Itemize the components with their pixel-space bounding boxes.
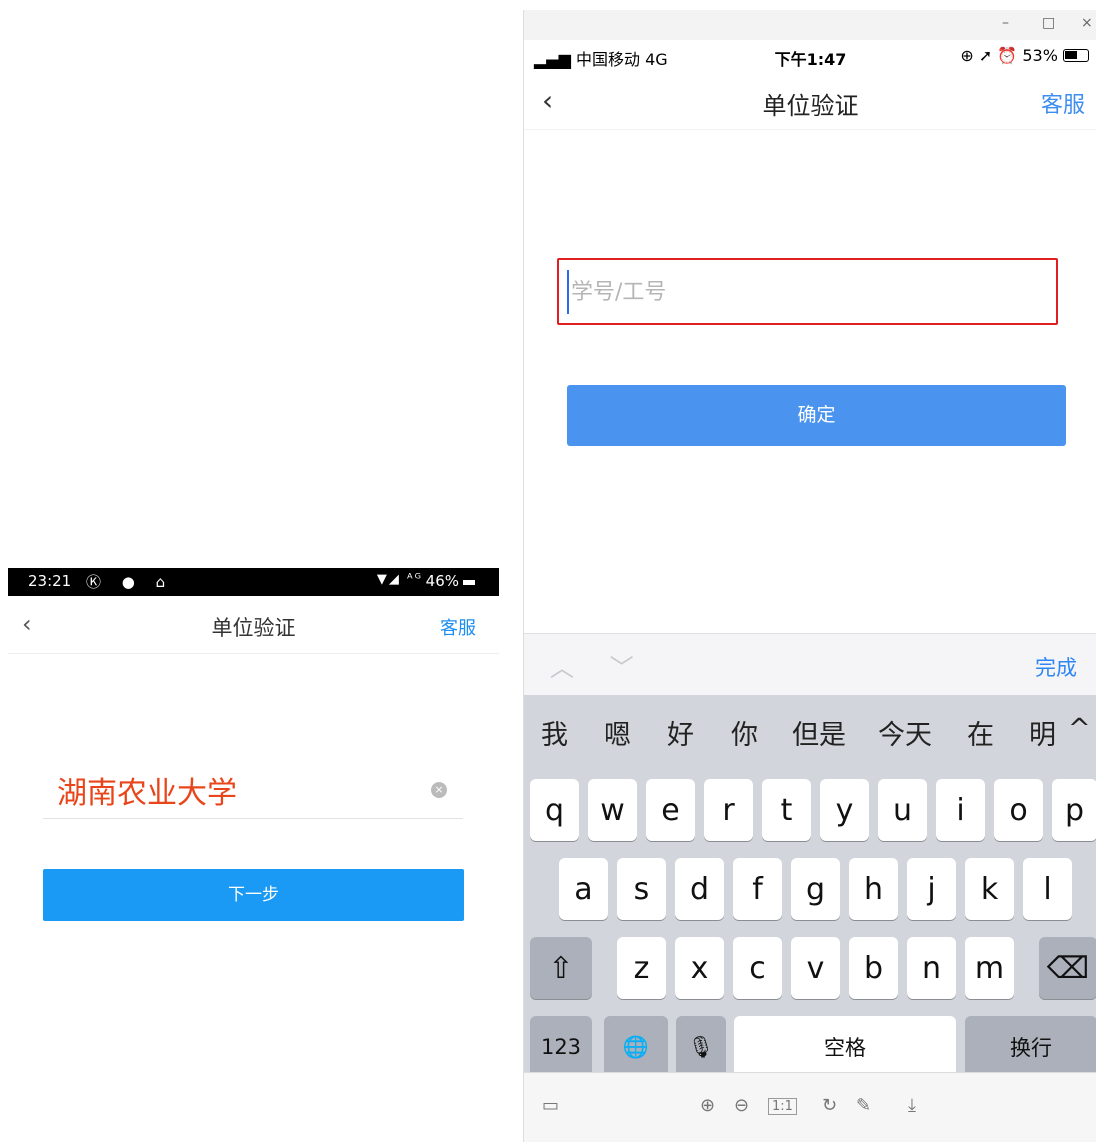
- viewer-toolbar: ▭ ⊕ ⊖ 1:1 ↻ ✎ ⤓: [524, 1072, 1096, 1142]
- key[interactable]: i: [936, 779, 985, 841]
- key[interactable]: b: [849, 937, 898, 999]
- microphone-icon[interactable]: 🎙: [676, 1016, 726, 1078]
- candidate-item[interactable]: 在: [967, 713, 994, 752]
- key[interactable]: d: [675, 858, 724, 920]
- page-title: 单位验证: [211, 616, 296, 640]
- key[interactable]: o: [994, 779, 1043, 841]
- key[interactable]: g: [791, 858, 840, 920]
- page-title: 单位验证: [762, 92, 859, 120]
- key[interactable]: t: [762, 779, 811, 841]
- rotate-icon[interactable]: ↻: [822, 1095, 837, 1116]
- prev-next-arrows-icon[interactable]: ︿ ﹀: [550, 648, 648, 683]
- key[interactable]: y: [820, 779, 869, 841]
- key[interactable]: m: [965, 937, 1014, 999]
- edit-icon[interactable]: ✎: [856, 1095, 871, 1116]
- key[interactable]: h: [849, 858, 898, 920]
- space-key[interactable]: 空格: [734, 1016, 956, 1078]
- close-icon[interactable]: ×: [1081, 15, 1093, 31]
- key[interactable]: x: [675, 937, 724, 999]
- candidate-bar: 我 嗯 好 你 但是 今天 在 明 ^: [524, 695, 1096, 765]
- thumbnail-icon[interactable]: ▭: [542, 1095, 559, 1116]
- candidate-item[interactable]: 嗯: [604, 713, 631, 752]
- return-key[interactable]: 换行: [965, 1016, 1096, 1078]
- key[interactable]: n: [907, 937, 956, 999]
- key[interactable]: a: [559, 858, 608, 920]
- confirm-button[interactable]: 确定: [567, 385, 1066, 446]
- candidate-item[interactable]: 好: [667, 713, 694, 752]
- nav-bar: ‹ 单位验证 客服: [8, 596, 499, 654]
- delete-key[interactable]: ⌫: [1039, 937, 1096, 999]
- keyboard: 我 嗯 好 你 但是 今天 在 明 ^ q w e r t y u i o p …: [524, 695, 1096, 1078]
- key[interactable]: k: [965, 858, 1014, 920]
- window-titlebar: – □ ×: [524, 10, 1096, 40]
- candidate-item[interactable]: 我: [541, 713, 568, 752]
- candidate-item[interactable]: 你: [731, 713, 758, 752]
- zoom-out-icon[interactable]: ⊖: [734, 1095, 749, 1116]
- battery-indicator: 46%: [426, 572, 475, 590]
- minimize-icon[interactable]: –: [1002, 15, 1009, 31]
- shift-key[interactable]: ⇧: [530, 937, 592, 999]
- numbers-key[interactable]: 123: [530, 1016, 592, 1078]
- key[interactable]: s: [617, 858, 666, 920]
- signal-icons: ▼◢ ᴬᴳ: [376, 572, 423, 587]
- key[interactable]: u: [878, 779, 927, 841]
- ios-status-bar: ▂▄▆ 中国移动 4G 下午1:47 ⊕ ➚ ⏰ 53%: [524, 42, 1096, 70]
- next-step-button[interactable]: 下一步: [43, 869, 464, 921]
- actual-size-icon[interactable]: 1:1: [768, 1098, 797, 1115]
- key[interactable]: l: [1023, 858, 1072, 920]
- status-time: 23:21: [28, 572, 72, 590]
- candidate-item[interactable]: 今天: [878, 713, 932, 752]
- left-phone-screen: 23:21 Ⓚ ● ⌂ ▼◢ ᴬᴳ 46% ‹ 单位验证 客服 湖南农业大学 ×…: [8, 568, 499, 1142]
- notification-icons: Ⓚ ● ⌂: [86, 573, 174, 591]
- done-button[interactable]: 完成: [1035, 652, 1077, 682]
- right-phone-window: – □ × ▂▄▆ 中国移动 4G 下午1:47 ⊕ ➚ ⏰ 53% ‹ 单位验…: [523, 10, 1096, 1142]
- key[interactable]: q: [530, 779, 579, 841]
- clear-icon[interactable]: ×: [431, 782, 447, 798]
- candidate-item[interactable]: 但是: [792, 713, 846, 752]
- organization-value[interactable]: 湖南农业大学: [57, 768, 237, 812]
- organization-field[interactable]: 湖南农业大学 ×: [43, 764, 463, 819]
- key[interactable]: j: [907, 858, 956, 920]
- student-id-input[interactable]: [567, 270, 1037, 314]
- globe-icon[interactable]: 🌐: [604, 1016, 668, 1078]
- key[interactable]: z: [617, 937, 666, 999]
- customer-service-link[interactable]: 客服: [1041, 87, 1085, 119]
- key[interactable]: f: [733, 858, 782, 920]
- customer-service-link[interactable]: 客服: [440, 614, 476, 640]
- android-status-bar: 23:21 Ⓚ ● ⌂ ▼◢ ᴬᴳ 46%: [8, 568, 499, 596]
- key[interactable]: w: [588, 779, 637, 841]
- id-field-highlight: [557, 258, 1058, 325]
- key[interactable]: r: [704, 779, 753, 841]
- candidate-item[interactable]: 明: [1029, 713, 1056, 752]
- zoom-in-icon[interactable]: ⊕: [700, 1095, 715, 1116]
- expand-candidates-icon[interactable]: ^: [1068, 713, 1091, 744]
- key[interactable]: v: [791, 937, 840, 999]
- maximize-icon[interactable]: □: [1042, 15, 1055, 31]
- nav-bar: ‹ 单位验证 客服: [524, 72, 1096, 130]
- status-right-icons: ⊕ ➚ ⏰ 53%: [960, 46, 1089, 65]
- keyboard-toolbar: ︿ ﹀ 完成: [524, 633, 1096, 695]
- key[interactable]: c: [733, 937, 782, 999]
- key[interactable]: p: [1052, 779, 1096, 841]
- key[interactable]: e: [646, 779, 695, 841]
- battery-icon: [1063, 49, 1089, 62]
- battery-icon: [463, 580, 475, 585]
- download-icon[interactable]: ⤓: [908, 1095, 916, 1116]
